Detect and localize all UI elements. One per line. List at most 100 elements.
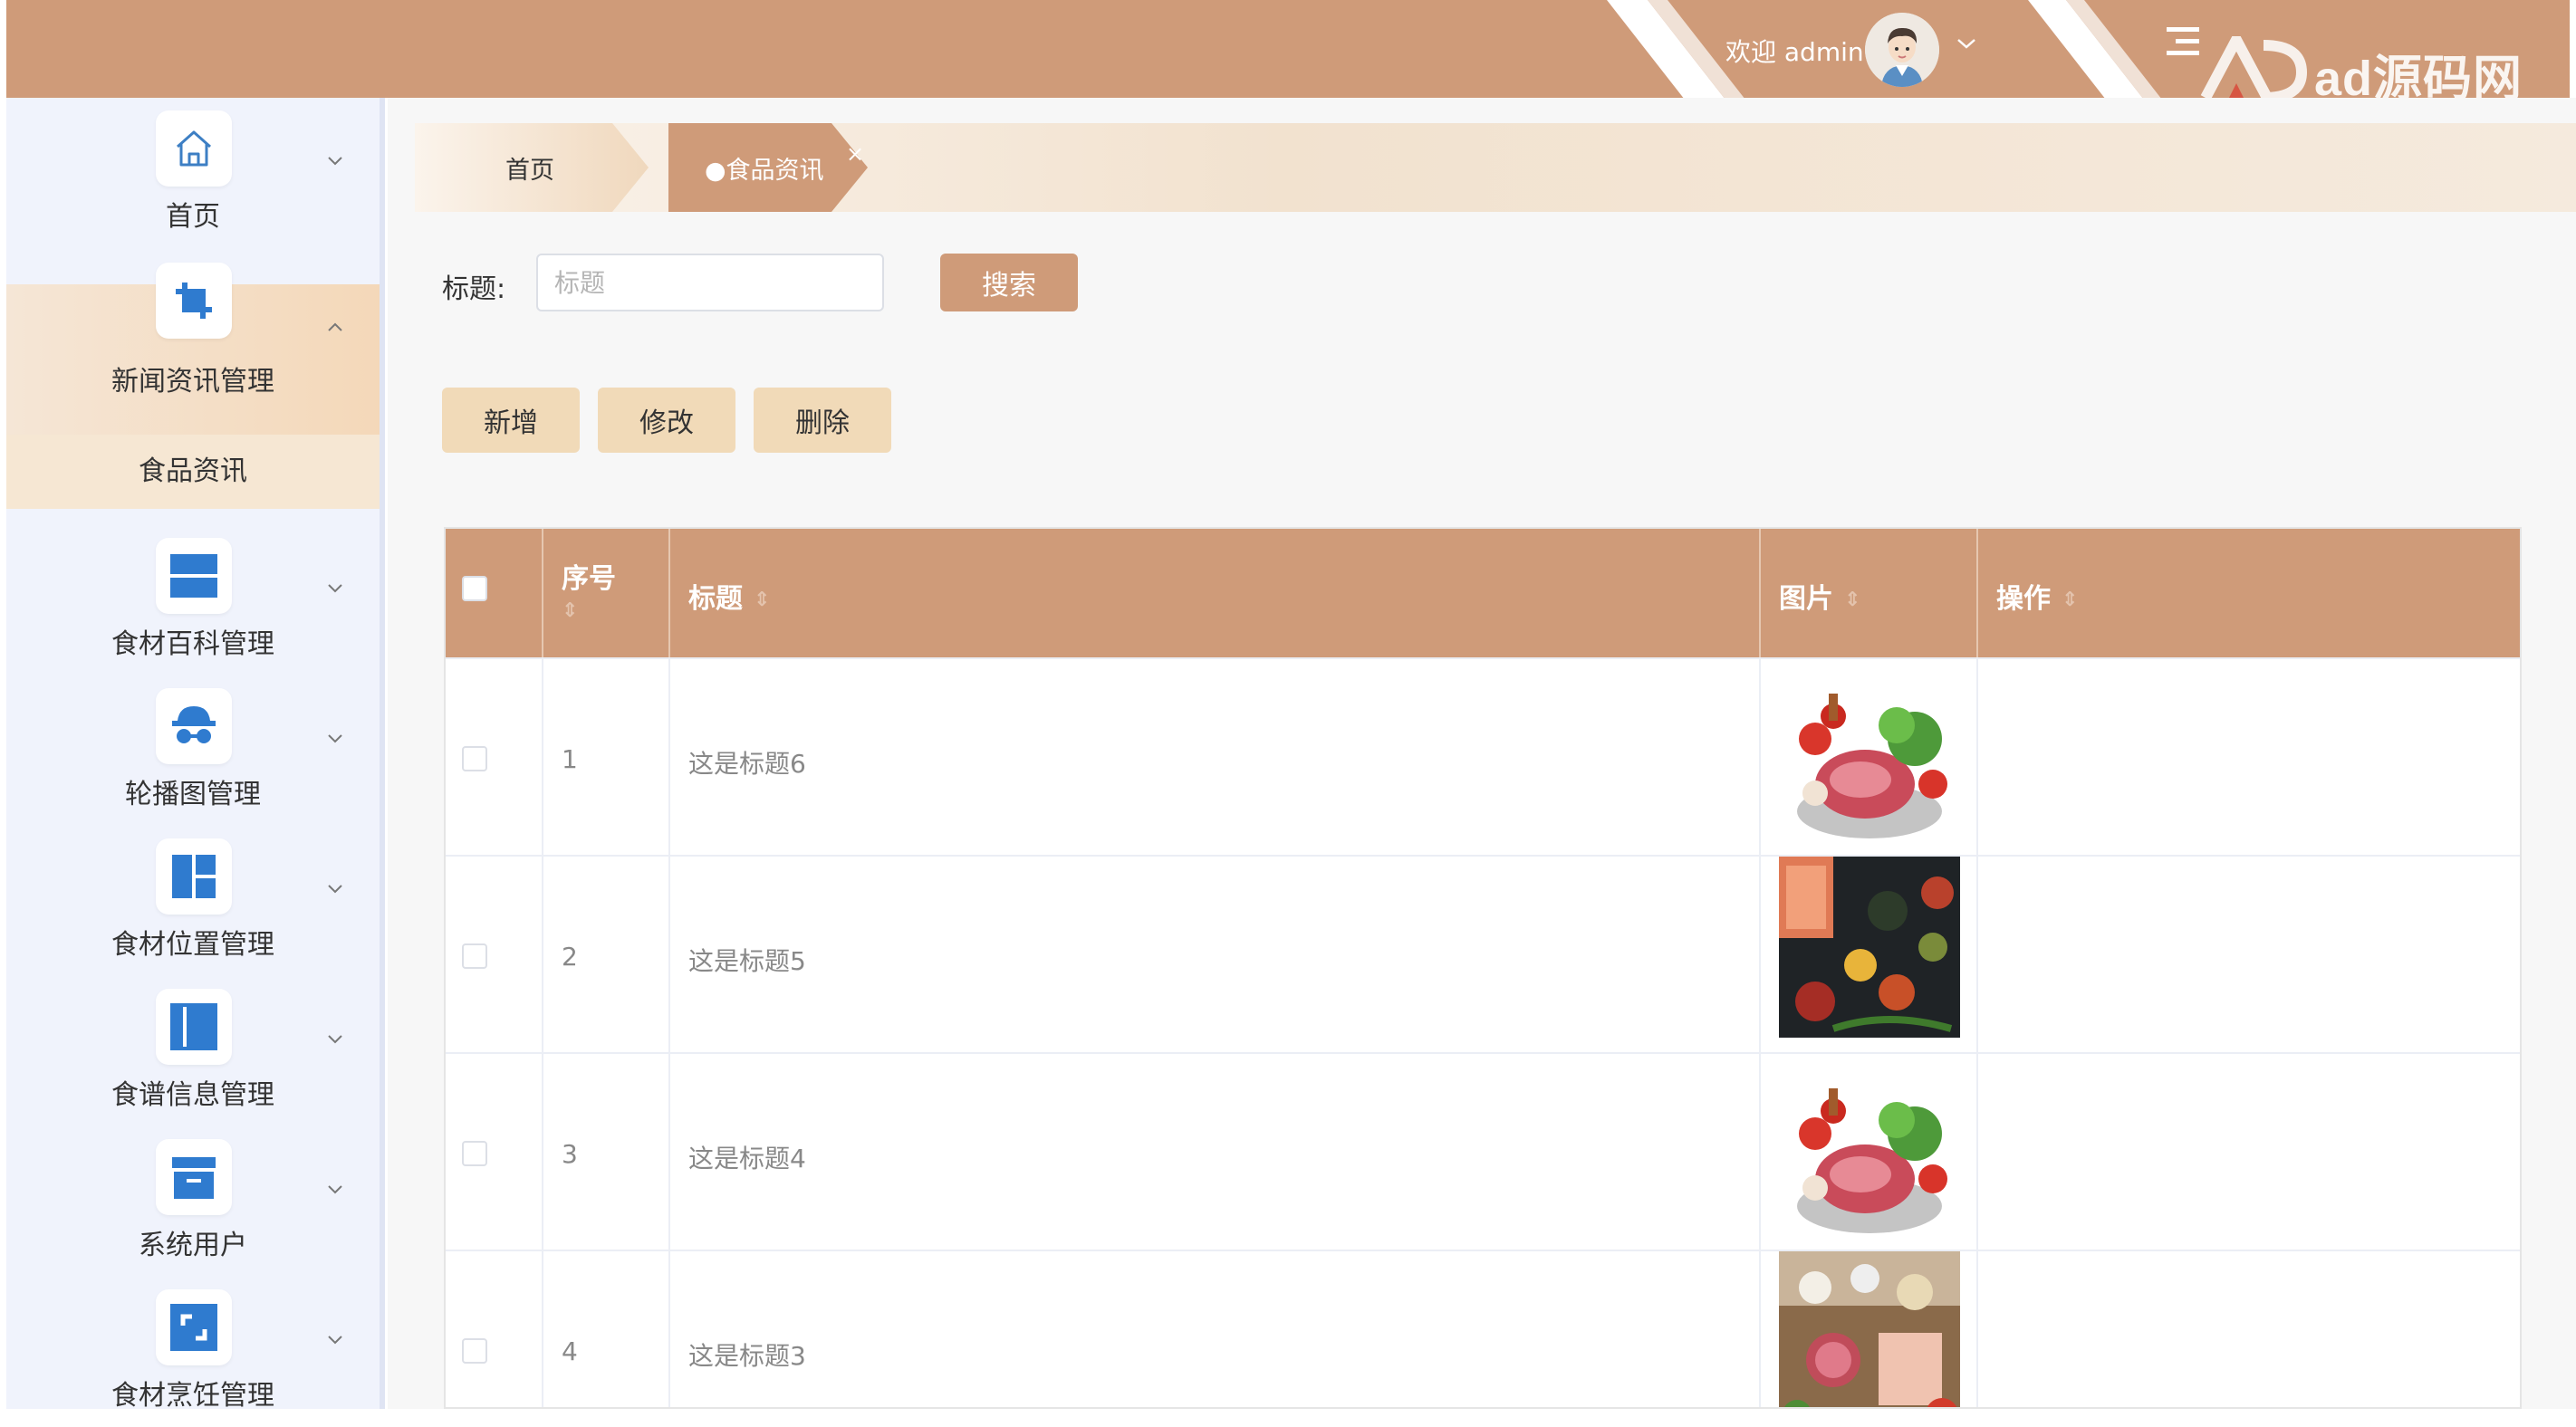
sidebar-item-label: 轮播图管理 (125, 779, 261, 810)
sidebar-subitem-food-news[interactable]: 食品资讯 (6, 435, 380, 509)
sidebar-item-ingredients[interactable]: 食材百科管理 (6, 525, 380, 675)
home-icon (156, 110, 232, 187)
table-row[interactable]: 2 这是标题5 (446, 855, 2520, 1054)
row-image-cell (1761, 659, 1978, 857)
menu-toggle-bar (2176, 39, 2199, 43)
food-photo-meat-vegetables[interactable] (1779, 675, 1960, 857)
sidebar-item-label: 食材位置管理 (111, 929, 274, 961)
sidebar-item-carousel[interactable]: 轮播图管理 (6, 675, 380, 826)
row-title: 这是标题6 (688, 749, 806, 779)
table-header: 序号 ⇕ 标题 ⇕ 图片 ⇕ 操作 ⇕ (446, 529, 2520, 657)
tab-home[interactable]: 首页 (415, 123, 650, 212)
incognito-icon (156, 688, 232, 764)
row-title-cell: 这是标题4 (670, 1054, 1761, 1251)
row-select-cell (446, 1054, 543, 1251)
header-operation[interactable]: 操作 ⇕ (1978, 529, 2520, 657)
row-image-cell (1761, 1251, 1978, 1409)
column-layout-icon (156, 989, 232, 1065)
search-title-input[interactable] (536, 254, 884, 311)
row-operation-cell (1978, 1054, 2520, 1251)
sidebar: 首页 新闻资讯管理 食品资讯 食材百科管理 轮播图管理 食材位置管理 食谱信息管… (6, 98, 385, 1412)
header-index[interactable]: 序号 ⇕ (543, 529, 670, 657)
row-select-cell (446, 857, 543, 1054)
header-image[interactable]: 图片 ⇕ (1761, 529, 1978, 657)
sidebar-item-news[interactable]: 新闻资讯管理 (6, 263, 380, 435)
header-index-label: 序号 (562, 563, 616, 595)
food-photo-spices-fish[interactable] (1779, 857, 1960, 1038)
chevron-down-icon (328, 885, 342, 894)
row-image-cell (1761, 857, 1978, 1054)
top-header: 欢迎 admin ad源码网 (6, 0, 2570, 98)
chevron-up-icon (328, 322, 342, 331)
delete-button[interactable]: 删除 (754, 388, 891, 453)
row-checkbox[interactable] (462, 1338, 487, 1364)
sidebar-item-location[interactable]: 食材位置管理 (6, 826, 380, 976)
table-row[interactable]: 3 这是标题4 (446, 1052, 2520, 1251)
menu-toggle-bar (2167, 51, 2199, 55)
sort-icon[interactable]: ⇕ (1844, 589, 1860, 611)
tab-bar: 首页 ●食品资讯 × (415, 123, 2576, 212)
chevron-down-icon (328, 584, 342, 593)
row-index-cell: 4 (543, 1251, 670, 1407)
row-select-cell (446, 659, 543, 857)
sort-icon[interactable]: ⇕ (754, 589, 770, 611)
brand-mark-icon (2200, 36, 2308, 98)
header-title-label: 标题 (688, 583, 743, 615)
sidebar-item-label: 食谱信息管理 (111, 1079, 274, 1111)
row-checkbox[interactable] (462, 746, 487, 771)
row-title-cell: 这是标题6 (670, 659, 1761, 857)
sidebar-item-label: 食材百科管理 (111, 628, 274, 660)
tab-food-news[interactable]: ●食品资讯 × (668, 123, 886, 212)
menu-toggle-bar (2167, 27, 2199, 32)
select-all-checkbox[interactable] (462, 576, 487, 601)
add-button[interactable]: 新增 (442, 388, 580, 453)
chevron-down-icon (328, 1185, 342, 1194)
edit-button[interactable]: 修改 (598, 388, 735, 453)
avatar[interactable] (1865, 13, 1939, 87)
table-row[interactable]: 4 这是标题3 (446, 1250, 2520, 1409)
welcome-text: 欢迎 admin (1725, 37, 1864, 67)
sidebar-item-label: 系统用户 (139, 1230, 247, 1261)
sidebar-item-label: 首页 (166, 201, 220, 233)
row-checkbox[interactable] (462, 943, 487, 969)
row-index-cell: 2 (543, 857, 670, 1054)
table-row[interactable]: 1 这是标题6 (446, 657, 2520, 857)
header-operation-label: 操作 (1996, 583, 2051, 615)
chevron-down-icon (328, 157, 342, 166)
row-operation-cell (1978, 857, 2520, 1054)
search-button[interactable]: 搜索 (940, 254, 1078, 311)
food-photo-ingredients-spread[interactable] (1779, 1251, 1960, 1409)
header-title[interactable]: 标题 ⇕ (670, 529, 1761, 657)
row-title: 这是标题3 (688, 1341, 806, 1371)
dashboard-icon (156, 838, 232, 915)
main-content: 首页 ●食品资讯 × 标题: 搜索 新增 修改 删除 序号 (388, 98, 2576, 1409)
menu-toggle-button[interactable] (2167, 27, 2199, 56)
row-image-cell (1761, 1054, 1978, 1251)
row-checkbox[interactable] (462, 1141, 487, 1166)
sort-icon[interactable]: ⇕ (562, 599, 578, 622)
user-menu-chevron-icon[interactable] (1956, 36, 1977, 51)
food-photo-meat-vegetables[interactable] (1779, 1070, 1960, 1251)
sidebar-item-label: 新闻资讯管理 (111, 366, 274, 397)
chevron-down-icon (328, 1035, 342, 1044)
tab-close-icon[interactable]: × (846, 141, 864, 167)
sidebar-item-recipes[interactable]: 食谱信息管理 (6, 976, 380, 1126)
row-index: 4 (562, 1336, 578, 1366)
sort-icon[interactable]: ⇕ (2062, 589, 2078, 611)
news-table: 序号 ⇕ 标题 ⇕ 图片 ⇕ 操作 ⇕ 1 这是标题6 2 这是标题5 3 这是… (444, 527, 2522, 1409)
sidebar-item-home[interactable]: 首页 (6, 98, 380, 248)
row-title: 这是标题4 (688, 1144, 806, 1173)
row-operation-cell (1978, 1251, 2520, 1407)
row-title-cell: 这是标题5 (670, 857, 1761, 1054)
sidebar-item-system-users[interactable]: 系统用户 (6, 1126, 380, 1277)
crop-icon (156, 263, 232, 339)
row-index-cell: 3 (543, 1054, 670, 1251)
tab-active-label: ●食品资讯 (705, 157, 824, 185)
sidebar-item-cooking[interactable]: 食材烹饪管理 (6, 1277, 380, 1427)
panels-icon (156, 538, 232, 614)
header-image-label: 图片 (1779, 583, 1833, 615)
archive-icon (156, 1139, 232, 1215)
row-select-cell (446, 1251, 543, 1407)
row-index: 1 (562, 744, 578, 774)
brand-logo: ad源码网 (2200, 36, 2544, 98)
